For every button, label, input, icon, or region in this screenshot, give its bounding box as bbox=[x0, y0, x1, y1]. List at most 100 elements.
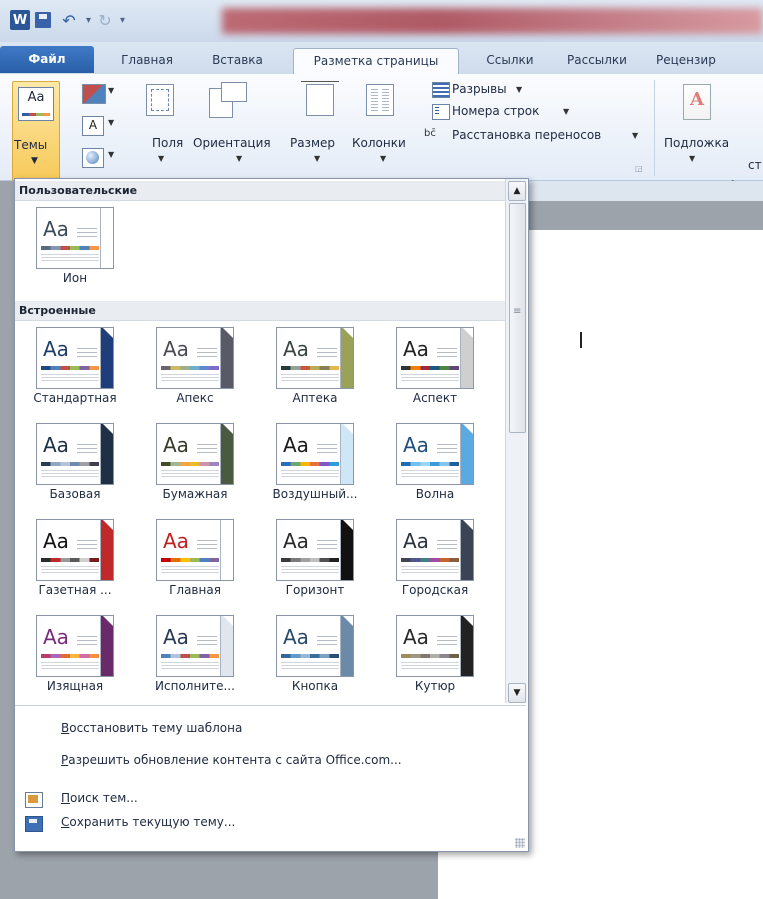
theme-tile[interactable]: Aa Горизонт bbox=[255, 513, 375, 605]
chevron-down-icon[interactable]: ▼ bbox=[380, 154, 386, 163]
theme-preview-text: Aa bbox=[43, 217, 69, 241]
breaks-icon[interactable] bbox=[432, 82, 450, 98]
theme-tile-label: Бумажная bbox=[162, 487, 228, 501]
theme-preview-thumbnail: Aa bbox=[396, 615, 474, 677]
theme-tile-label: Воздушный... bbox=[272, 487, 358, 501]
chevron-down-icon[interactable]: ▼ bbox=[563, 107, 569, 116]
theme-tile[interactable]: Aa Кутюр bbox=[375, 609, 495, 701]
theme-preview-text: Aa bbox=[283, 625, 309, 649]
orientation-icon[interactable] bbox=[209, 82, 247, 118]
margins-icon[interactable] bbox=[146, 84, 174, 116]
theme-preview-thumbnail: Aa bbox=[156, 423, 234, 485]
theme-tile[interactable]: Aa Волна bbox=[375, 417, 495, 509]
theme-tile[interactable]: Aa Базовая bbox=[15, 417, 135, 509]
theme-colors-icon[interactable] bbox=[82, 84, 106, 104]
theme-tile-label: Апекс bbox=[176, 391, 214, 405]
theme-preview-thumbnail: Aa bbox=[276, 423, 354, 485]
themes-button[interactable]: Aa Темы ▼ bbox=[12, 81, 60, 181]
theme-color-swatches bbox=[401, 462, 459, 466]
menu-item-label: охранить текущую тему... bbox=[69, 815, 236, 829]
chevron-down-icon[interactable]: ▼ bbox=[108, 118, 114, 127]
hyphenation-button-label[interactable]: Расстановка переносов bbox=[452, 128, 601, 142]
theme-tile[interactable]: Aa Бумажная bbox=[135, 417, 255, 509]
word-app-icon[interactable]: W bbox=[10, 10, 30, 30]
tab-references[interactable]: Ссылки bbox=[478, 48, 542, 74]
breaks-button-label[interactable]: Разрывы bbox=[452, 82, 507, 96]
theme-tile[interactable]: Aa Главная bbox=[135, 513, 255, 605]
save-icon[interactable] bbox=[35, 12, 51, 28]
theme-tile-label: Ион bbox=[62, 271, 88, 285]
theme-color-swatches bbox=[281, 654, 339, 658]
chevron-down-icon[interactable]: ▼ bbox=[158, 154, 164, 163]
theme-tile[interactable]: Aa Стандартная bbox=[15, 321, 135, 413]
theme-effects-icon[interactable] bbox=[82, 148, 104, 168]
accelerator-key: В bbox=[61, 721, 70, 735]
page-color-label-truncated[interactable]: ст bbox=[748, 158, 762, 172]
menu-reset-theme[interactable]: Восстановить тему шаблона bbox=[61, 718, 501, 738]
columns-icon[interactable] bbox=[366, 84, 394, 116]
tab-home[interactable]: Главная bbox=[112, 48, 182, 74]
line-numbers-icon[interactable] bbox=[432, 104, 450, 120]
scroll-down-icon[interactable]: ▼ bbox=[508, 683, 526, 703]
undo-icon[interactable]: ↶ bbox=[58, 10, 80, 30]
theme-tile[interactable]: Aa Газетная ... bbox=[15, 513, 135, 605]
chevron-down-icon[interactable]: ▼ bbox=[516, 85, 522, 94]
theme-color-swatches bbox=[161, 654, 219, 658]
theme-tile-label: Горизонт bbox=[285, 583, 345, 597]
theme-color-swatches bbox=[41, 462, 99, 466]
margins-button-label[interactable]: Поля bbox=[152, 136, 183, 150]
scroll-thumb[interactable] bbox=[509, 203, 526, 433]
chevron-down-icon[interactable]: ▼ bbox=[236, 154, 242, 163]
theme-tile[interactable]: Aa Аптека bbox=[255, 321, 375, 413]
line-numbers-button-label[interactable]: Номера строк bbox=[452, 104, 539, 118]
theme-tile[interactable]: Aa Исполните... bbox=[135, 609, 255, 701]
theme-preview-thumbnail: Aa bbox=[276, 519, 354, 581]
customize-quick-access-icon[interactable]: ▾ bbox=[120, 10, 125, 30]
chevron-down-icon[interactable]: ▼ bbox=[314, 154, 320, 163]
theme-preview-text: Aa bbox=[43, 337, 69, 361]
menu-browse-themes[interactable]: Поиск тем... bbox=[61, 788, 501, 808]
resize-grip-icon[interactable] bbox=[515, 838, 525, 848]
theme-preview-text: Aa bbox=[403, 529, 429, 553]
gallery-scrollbar[interactable]: ▲ ▼ bbox=[505, 179, 527, 703]
theme-preview-thumbnail: Aa bbox=[156, 615, 234, 677]
theme-tile[interactable]: Aa Апекс bbox=[135, 321, 255, 413]
tab-review[interactable]: Рецензир bbox=[656, 48, 763, 74]
size-button-label[interactable]: Размер bbox=[290, 136, 335, 150]
menu-enable-office-content[interactable]: Разрешить обновление контента с сайта Of… bbox=[61, 750, 501, 770]
tab-insert[interactable]: Вставка bbox=[205, 48, 270, 74]
theme-tile[interactable]: Aa Ион bbox=[15, 201, 135, 293]
theme-fonts-icon[interactable]: A bbox=[82, 116, 104, 136]
theme-tile-label: Аптека bbox=[292, 391, 338, 405]
theme-tile[interactable]: Aa Аспект bbox=[375, 321, 495, 413]
orientation-button-label[interactable]: Ориентация bbox=[193, 136, 271, 150]
theme-tile[interactable]: Aa Изящная bbox=[15, 609, 135, 701]
theme-preview-text: Aa bbox=[283, 337, 309, 361]
undo-dropdown-icon[interactable]: ▾ bbox=[86, 10, 91, 30]
tab-mailings[interactable]: Рассылки bbox=[556, 48, 638, 74]
scroll-up-icon[interactable]: ▲ bbox=[508, 181, 526, 201]
hyphenation-icon[interactable]: bc̄ bbox=[424, 128, 448, 142]
chevron-down-icon[interactable]: ▼ bbox=[632, 131, 638, 140]
theme-preview-text: Aa bbox=[163, 433, 189, 457]
redo-icon[interactable]: ↻ bbox=[96, 10, 114, 30]
tab-page-layout[interactable]: Разметка страницы bbox=[293, 48, 459, 76]
columns-button-label[interactable]: Колонки bbox=[352, 136, 406, 150]
theme-preview-text: Aa bbox=[283, 529, 309, 553]
save-theme-icon bbox=[25, 816, 43, 832]
watermark-button-label[interactable]: Подложка bbox=[664, 136, 729, 150]
page-setup-launcher-icon[interactable]: ◲ bbox=[635, 164, 644, 173]
chevron-down-icon[interactable]: ▼ bbox=[108, 86, 114, 95]
theme-tile[interactable]: Aa Воздушный... bbox=[255, 417, 375, 509]
page-size-icon[interactable] bbox=[301, 81, 339, 116]
chevron-down-icon[interactable]: ▼ bbox=[689, 154, 695, 163]
theme-tile[interactable]: Aa Городская bbox=[375, 513, 495, 605]
theme-tile[interactable]: Aa Кнопка bbox=[255, 609, 375, 701]
theme-tile-label: Газетная ... bbox=[38, 583, 112, 597]
tab-file[interactable]: Файл bbox=[0, 46, 94, 73]
chevron-down-icon[interactable]: ▼ bbox=[108, 150, 114, 159]
theme-color-swatches bbox=[161, 366, 219, 370]
menu-save-current-theme[interactable]: Сохранить текущую тему... bbox=[61, 812, 501, 832]
watermark-icon[interactable] bbox=[683, 84, 711, 120]
theme-preview-text: Aa bbox=[43, 625, 69, 649]
